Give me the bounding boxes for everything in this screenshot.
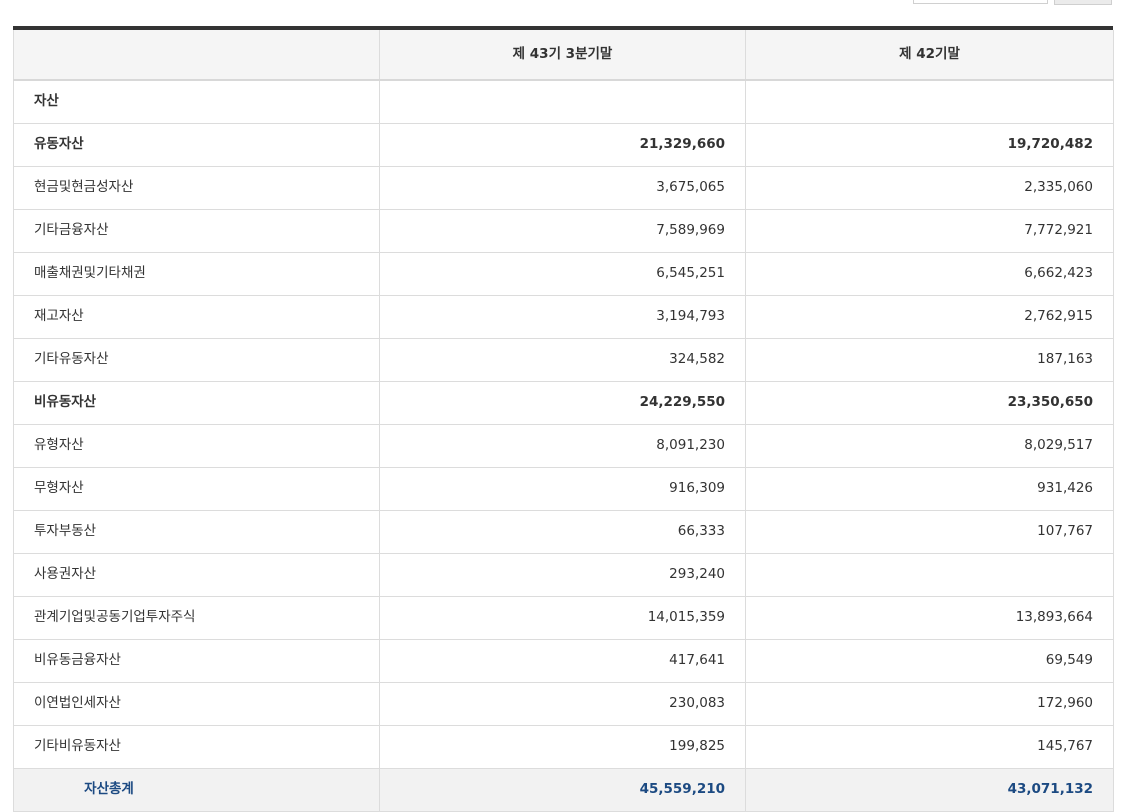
table-row: 유형자산 8,091,230 8,029,517 [13,423,1114,468]
table-row: 비유동금융자산 417,641 69,549 [13,638,1114,683]
prior-period-value-cell [745,79,1114,124]
prior-period-value-cell: 931,426 [745,466,1114,511]
current-period-value-cell: 7,589,969 [379,208,746,253]
account-name-cell: 자산총계 [13,767,380,812]
prior-period-value-cell: 2,762,915 [745,294,1114,339]
header-current-period: 제 43기 3분기말 [379,30,746,81]
account-name-cell: 이연법인세자산 [13,681,380,726]
table-row: 투자부동산 66,333 107,767 [13,509,1114,554]
account-name-cell: 무형자산 [13,466,380,511]
account-name-cell: 투자부동산 [13,509,380,554]
account-name-cell: 유동자산 [13,122,380,167]
search-button[interactable] [1054,0,1112,5]
current-period-value-cell: 417,641 [379,638,746,683]
prior-period-value-cell: 2,335,060 [745,165,1114,210]
table-row: 기타금융자산 7,589,969 7,772,921 [13,208,1114,253]
period-select[interactable] [913,0,1048,4]
prior-period-value-cell: 69,549 [745,638,1114,683]
top-toolbar [0,0,1122,26]
balance-sheet-table: 제 43기 3분기말 제 42기말 자산 유동자산 21,329,660 19,720… [13,30,1114,812]
table-row: 자산 [13,79,1114,124]
table-row: 비유동자산 24,229,550 23,350,650 [13,380,1114,425]
table-row: 기타유동자산 324,582 187,163 [13,337,1114,382]
account-name-cell: 현금및현금성자산 [13,165,380,210]
table-row: 이연법인세자산 230,083 172,960 [13,681,1114,726]
table-row: 현금및현금성자산 3,675,065 2,335,060 [13,165,1114,210]
table-row: 무형자산 916,309 931,426 [13,466,1114,511]
prior-period-value-cell: 107,767 [745,509,1114,554]
current-period-value-cell: 24,229,550 [379,380,746,425]
current-period-value-cell: 293,240 [379,552,746,597]
table-row: 관계기업및공동기업투자주식 14,015,359 13,893,664 [13,595,1114,640]
header-account [13,30,380,81]
account-name-cell: 비유동금융자산 [13,638,380,683]
balance-sheet-table-wrapper: 제 43기 3분기말 제 42기말 자산 유동자산 21,329,660 19,720… [13,26,1114,812]
account-name-cell: 비유동자산 [13,380,380,425]
prior-period-value-cell: 13,893,664 [745,595,1114,640]
current-period-value-cell [379,79,746,124]
current-period-value-cell: 66,333 [379,509,746,554]
prior-period-value-cell: 6,662,423 [745,251,1114,296]
current-period-value-cell: 3,675,065 [379,165,746,210]
prior-period-value-cell: 7,772,921 [745,208,1114,253]
prior-period-value-cell: 23,350,650 [745,380,1114,425]
account-name-cell: 기타유동자산 [13,337,380,382]
table-body: 자산 유동자산 21,329,660 19,720,482 현금및현금성자산 3,675,… [13,79,1114,812]
current-period-value-cell: 8,091,230 [379,423,746,468]
table-row: 유동자산 21,329,660 19,720,482 [13,122,1114,167]
prior-period-value-cell: 172,960 [745,681,1114,726]
current-period-value-cell: 21,329,660 [379,122,746,167]
current-period-value-cell: 3,194,793 [379,294,746,339]
current-period-value-cell: 6,545,251 [379,251,746,296]
current-period-value-cell: 230,083 [379,681,746,726]
prior-period-value-cell: 43,071,132 [745,767,1114,812]
account-name-cell: 기타비유동자산 [13,724,380,769]
prior-period-value-cell [745,552,1114,597]
account-name-cell: 매출채권및기타채권 [13,251,380,296]
table-row: 매출채권및기타채권 6,545,251 6,662,423 [13,251,1114,296]
table-row: 재고자산 3,194,793 2,762,915 [13,294,1114,339]
prior-period-value-cell: 145,767 [745,724,1114,769]
current-period-value-cell: 199,825 [379,724,746,769]
account-name-cell: 재고자산 [13,294,380,339]
current-period-value-cell: 45,559,210 [379,767,746,812]
account-name-cell: 사용권자산 [13,552,380,597]
current-period-value-cell: 14,015,359 [379,595,746,640]
table-row: 자산총계 45,559,210 43,071,132 [13,767,1114,812]
account-name-cell: 기타금융자산 [13,208,380,253]
account-name-cell: 관계기업및공동기업투자주식 [13,595,380,640]
prior-period-value-cell: 8,029,517 [745,423,1114,468]
prior-period-value-cell: 187,163 [745,337,1114,382]
account-name-cell: 유형자산 [13,423,380,468]
current-period-value-cell: 324,582 [379,337,746,382]
header-prior-period: 제 42기말 [745,30,1114,81]
table-row: 사용권자산 293,240 [13,552,1114,597]
prior-period-value-cell: 19,720,482 [745,122,1114,167]
current-period-value-cell: 916,309 [379,466,746,511]
table-header-row: 제 43기 3분기말 제 42기말 [13,30,1114,81]
account-name-cell: 자산 [13,79,380,124]
table-row: 기타비유동자산 199,825 145,767 [13,724,1114,769]
